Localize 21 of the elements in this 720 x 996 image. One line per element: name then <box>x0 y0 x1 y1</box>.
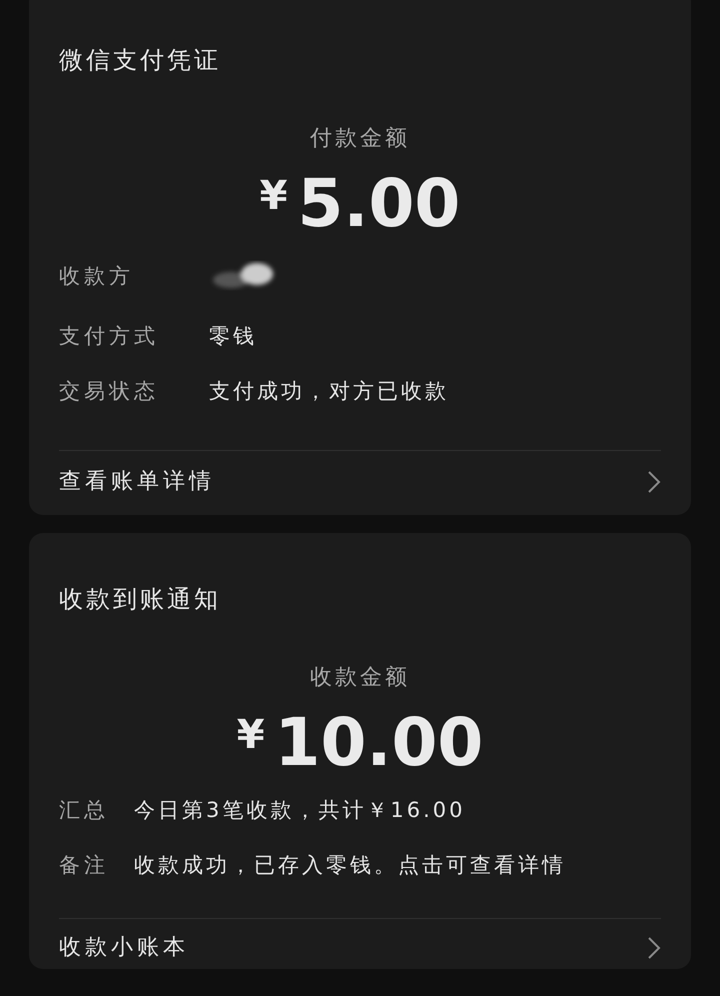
row-value: 今日第3笔收款，共计￥16.00 <box>134 797 466 824</box>
row-value: 收款成功，已存入零钱。点击可查看详情 <box>134 852 567 879</box>
row-label: 收款方 <box>59 263 135 290</box>
row-label: 支付方式 <box>59 323 160 350</box>
card-title: 微信支付凭证 <box>59 45 222 76</box>
link-row[interactable]: 收款小账本 <box>59 919 661 969</box>
amount-label: 付款金额 <box>310 125 410 153</box>
card-title: 收款到账通知 <box>59 584 222 615</box>
currency-symbol: ¥ <box>260 172 288 221</box>
amount-label: 收款金额 <box>310 664 410 692</box>
link-row[interactable]: 查看账单详情 <box>59 451 661 515</box>
row-label: 交易状态 <box>59 378 160 405</box>
row-label: 汇总 <box>59 797 110 824</box>
currency-symbol: ¥ <box>236 711 265 760</box>
amount-value: 5.00 <box>298 166 460 242</box>
row-label: 备注 <box>59 852 110 879</box>
row-value: 支付成功，对方已收款 <box>209 378 450 405</box>
amount-value: 10.00 <box>274 705 484 781</box>
chevron-right-icon <box>647 936 661 960</box>
chevron-right-icon <box>647 470 661 494</box>
row-value: 零钱 <box>209 323 258 350</box>
